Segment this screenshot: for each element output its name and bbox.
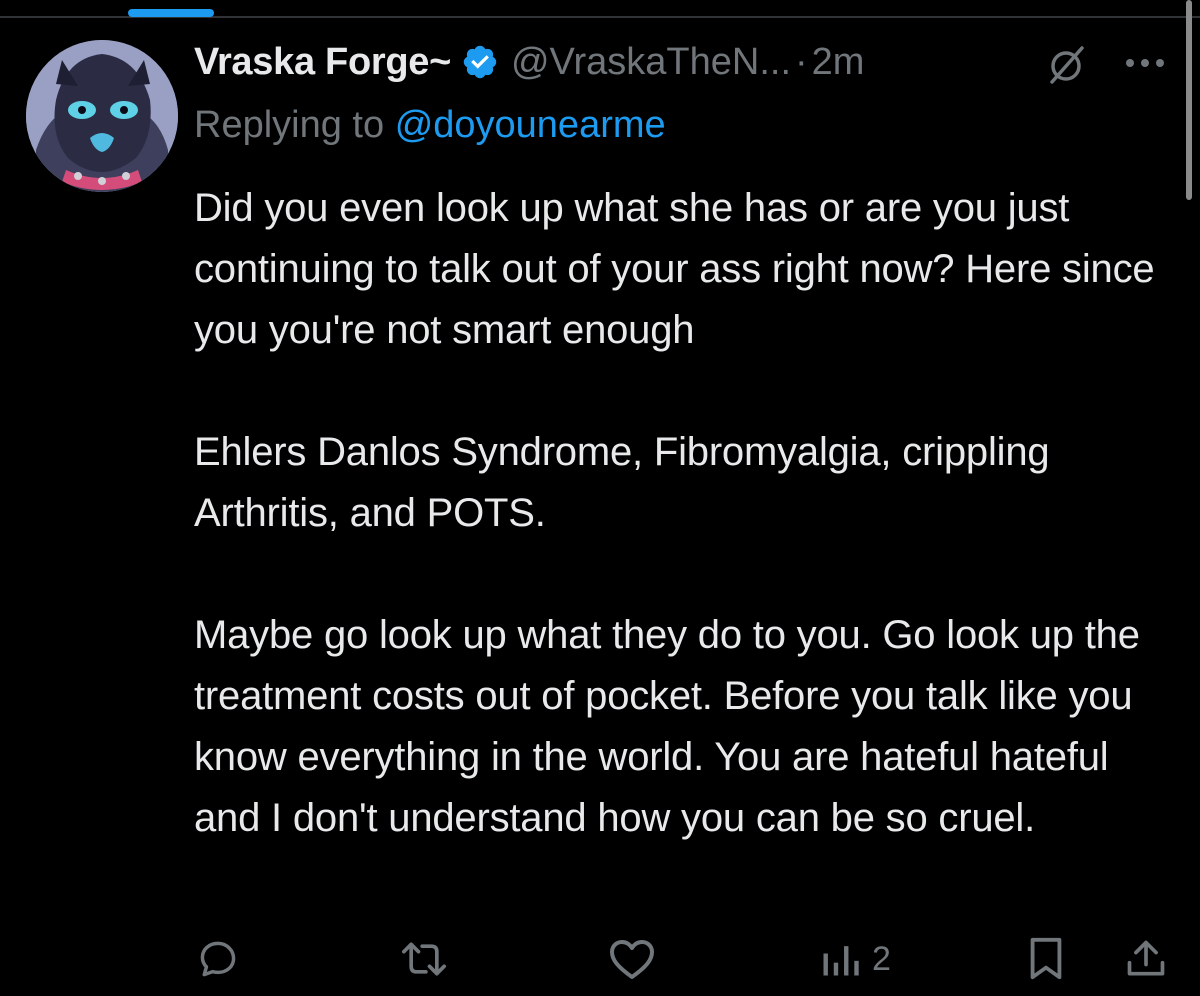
replying-to-label: Replying to [194, 104, 385, 146]
author-handle[interactable]: @VraskaTheN... [511, 41, 791, 84]
heart-icon [610, 940, 654, 979]
reply-icon [200, 941, 236, 977]
like-button[interactable] [608, 936, 656, 982]
share-button[interactable] [1124, 936, 1168, 982]
verified-badge-icon[interactable] [461, 43, 499, 81]
tweet-paragraph: Did you even look up what she has or are… [194, 186, 1155, 352]
retweet-button[interactable] [398, 936, 450, 982]
tweet-paragraph: Maybe go look up what they do to you. Go… [194, 613, 1140, 840]
tab-indicator [128, 9, 214, 17]
replying-to: Replying to @doyounearme [194, 104, 666, 147]
timestamp[interactable]: 2m [812, 41, 865, 84]
scrollbar[interactable] [1186, 0, 1192, 200]
avatar-image [26, 40, 178, 192]
tweet-paragraph: Ehlers Danlos Syndrome, Fibromyalgia, cr… [194, 430, 1050, 535]
grok-icon[interactable] [1044, 42, 1088, 86]
views-icon [823, 946, 859, 976]
share-icon [1127, 940, 1165, 976]
bookmark-button[interactable] [1026, 936, 1066, 982]
views-button[interactable]: 2 [818, 936, 891, 982]
bookmark-icon [1030, 937, 1062, 980]
replying-to-mention[interactable]: @doyounearme [395, 104, 666, 146]
tweet-text: Did you even look up what she has or are… [194, 178, 1184, 849]
reply-button[interactable] [196, 936, 240, 982]
tweet-header: Vraska Forge~ @VraskaTheN... · 2m [194, 36, 1184, 88]
separator-dot: · [795, 40, 808, 83]
avatar[interactable] [26, 40, 178, 192]
display-name[interactable]: Vraska Forge~ [194, 41, 451, 84]
more-icon[interactable] [1124, 56, 1166, 68]
retweet-icon [402, 942, 446, 976]
views-count: 2 [872, 939, 891, 978]
